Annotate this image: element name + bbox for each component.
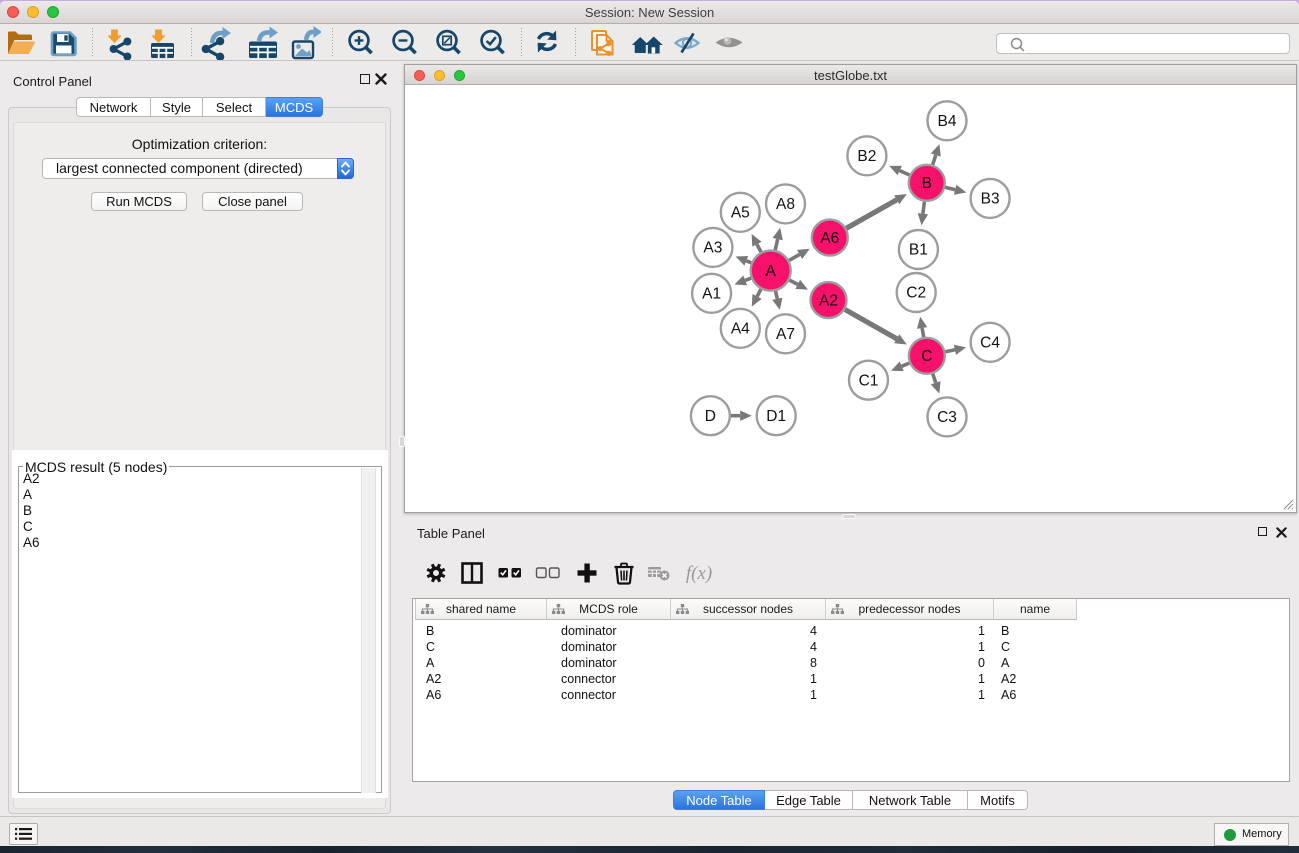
svg-text:C: C [921,348,932,365]
svg-text:B2: B2 [857,148,876,165]
svg-text:C1: C1 [859,372,879,389]
svg-text:B4: B4 [938,113,957,130]
svg-text:C2: C2 [906,285,926,302]
svg-text:A1: A1 [702,286,721,303]
svg-text:f(x): f(x) [686,563,712,584]
svg-text:A: A [766,263,777,280]
svg-text:A6: A6 [820,230,839,247]
svg-text:D1: D1 [766,408,786,425]
svg-text:A8: A8 [776,196,795,213]
svg-text:A4: A4 [731,321,750,338]
svg-text:B1: B1 [909,242,928,259]
svg-text:B: B [922,175,932,192]
svg-text:A2: A2 [819,292,838,309]
svg-text:D: D [705,408,716,425]
svg-text:A7: A7 [776,326,795,343]
svg-text:B3: B3 [981,191,1000,208]
svg-text:C4: C4 [980,335,1000,352]
svg-text:A5: A5 [731,205,750,222]
svg-text:A3: A3 [703,240,722,257]
svg-text:C3: C3 [937,409,957,426]
